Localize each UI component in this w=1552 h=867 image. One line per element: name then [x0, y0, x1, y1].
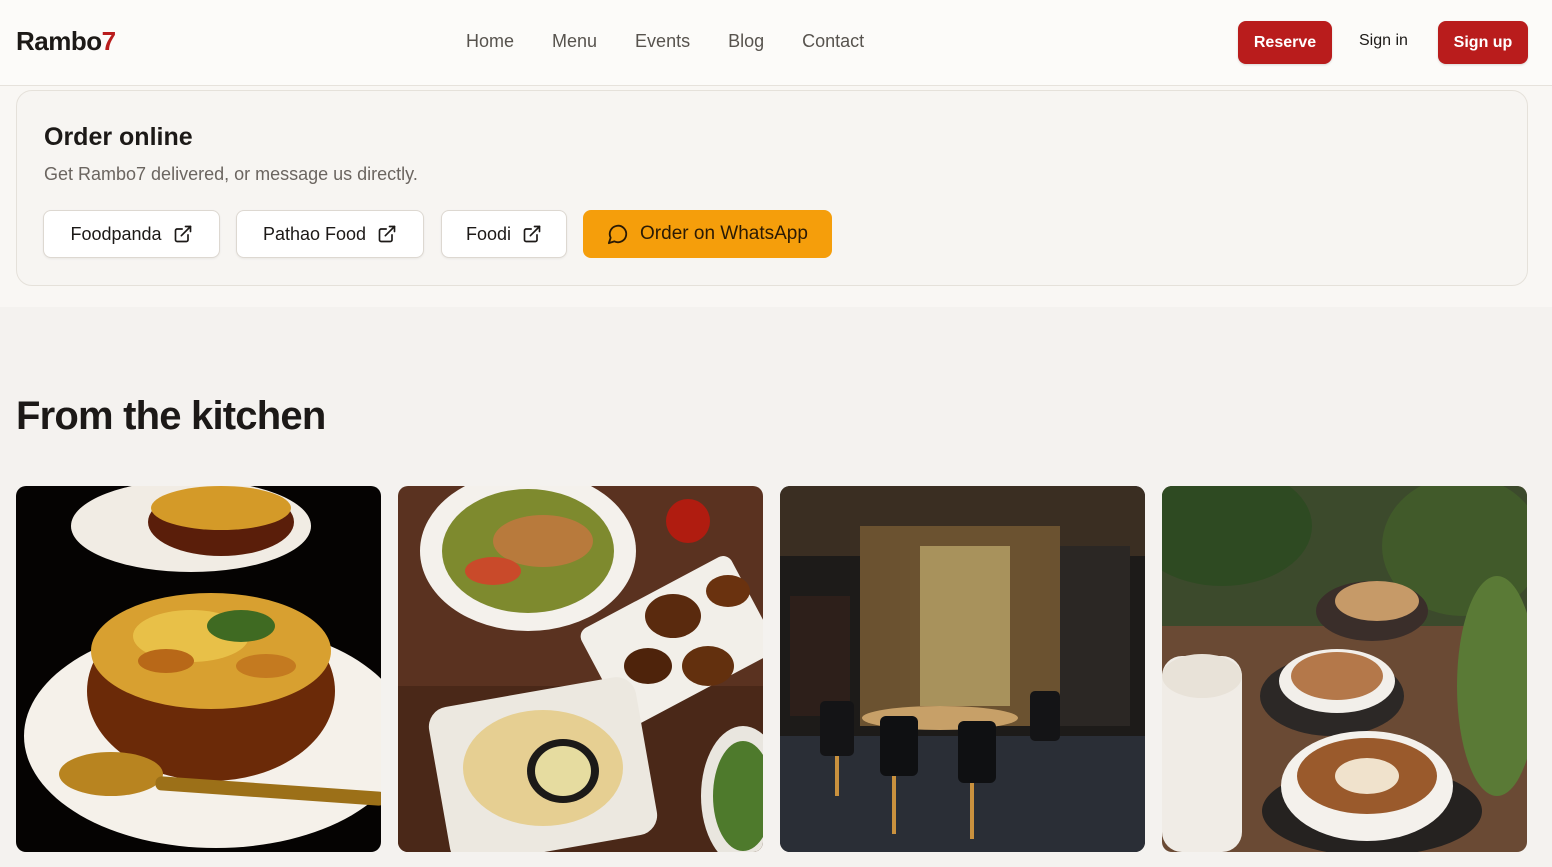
sign-in-link[interactable]: Sign in [1359, 32, 1408, 50]
platter-photo[interactable] [398, 486, 763, 852]
nav-events[interactable]: Events [635, 31, 690, 52]
foodpanda-label: Foodpanda [70, 223, 162, 244]
nav-menu[interactable]: Menu [552, 31, 597, 52]
foodpanda-button[interactable]: Foodpanda [43, 210, 220, 258]
biryani-photo[interactable] [16, 486, 381, 852]
external-link-icon [174, 225, 191, 243]
sign-up-button[interactable]: Sign up [1438, 21, 1528, 64]
foodi-button[interactable]: Foodi [441, 210, 567, 258]
order-online-subtitle: Get Rambo7 delivered, or message us dire… [44, 164, 418, 184]
nav-blog[interactable]: Blog [728, 31, 764, 52]
pathao-food-button[interactable]: Pathao Food [236, 210, 424, 258]
brand-name: Rambo [16, 26, 102, 56]
nav-home[interactable]: Home [466, 31, 514, 52]
foodi-label: Foodi [465, 223, 512, 244]
whatsapp-order-button[interactable]: Order on WhatsApp [583, 210, 832, 258]
top-navigation-bar: Rambo7 Home Menu Events Blog Contact Res… [0, 0, 1552, 86]
brand-logo[interactable]: Rambo7 [16, 26, 116, 57]
external-link-icon [523, 225, 541, 243]
reserve-button[interactable]: Reserve [1238, 21, 1332, 64]
chat-bubble-icon [607, 224, 628, 245]
main-nav: Home Menu Events Blog Contact [466, 31, 902, 52]
latte-photo[interactable] [1162, 486, 1527, 852]
order-online-card: Order online Get Rambo7 delivered, or me… [16, 90, 1528, 286]
external-link-icon [378, 225, 396, 243]
brand-name-accent: 7 [101, 26, 116, 56]
nav-contact[interactable]: Contact [802, 31, 864, 52]
pathao-food-label: Pathao Food [262, 223, 367, 244]
whatsapp-order-label: Order on WhatsApp [640, 223, 808, 244]
order-online-title: Order online [44, 123, 193, 151]
kitchen-title: From the kitchen [16, 394, 326, 438]
restaurant-interior-photo[interactable] [780, 486, 1145, 852]
